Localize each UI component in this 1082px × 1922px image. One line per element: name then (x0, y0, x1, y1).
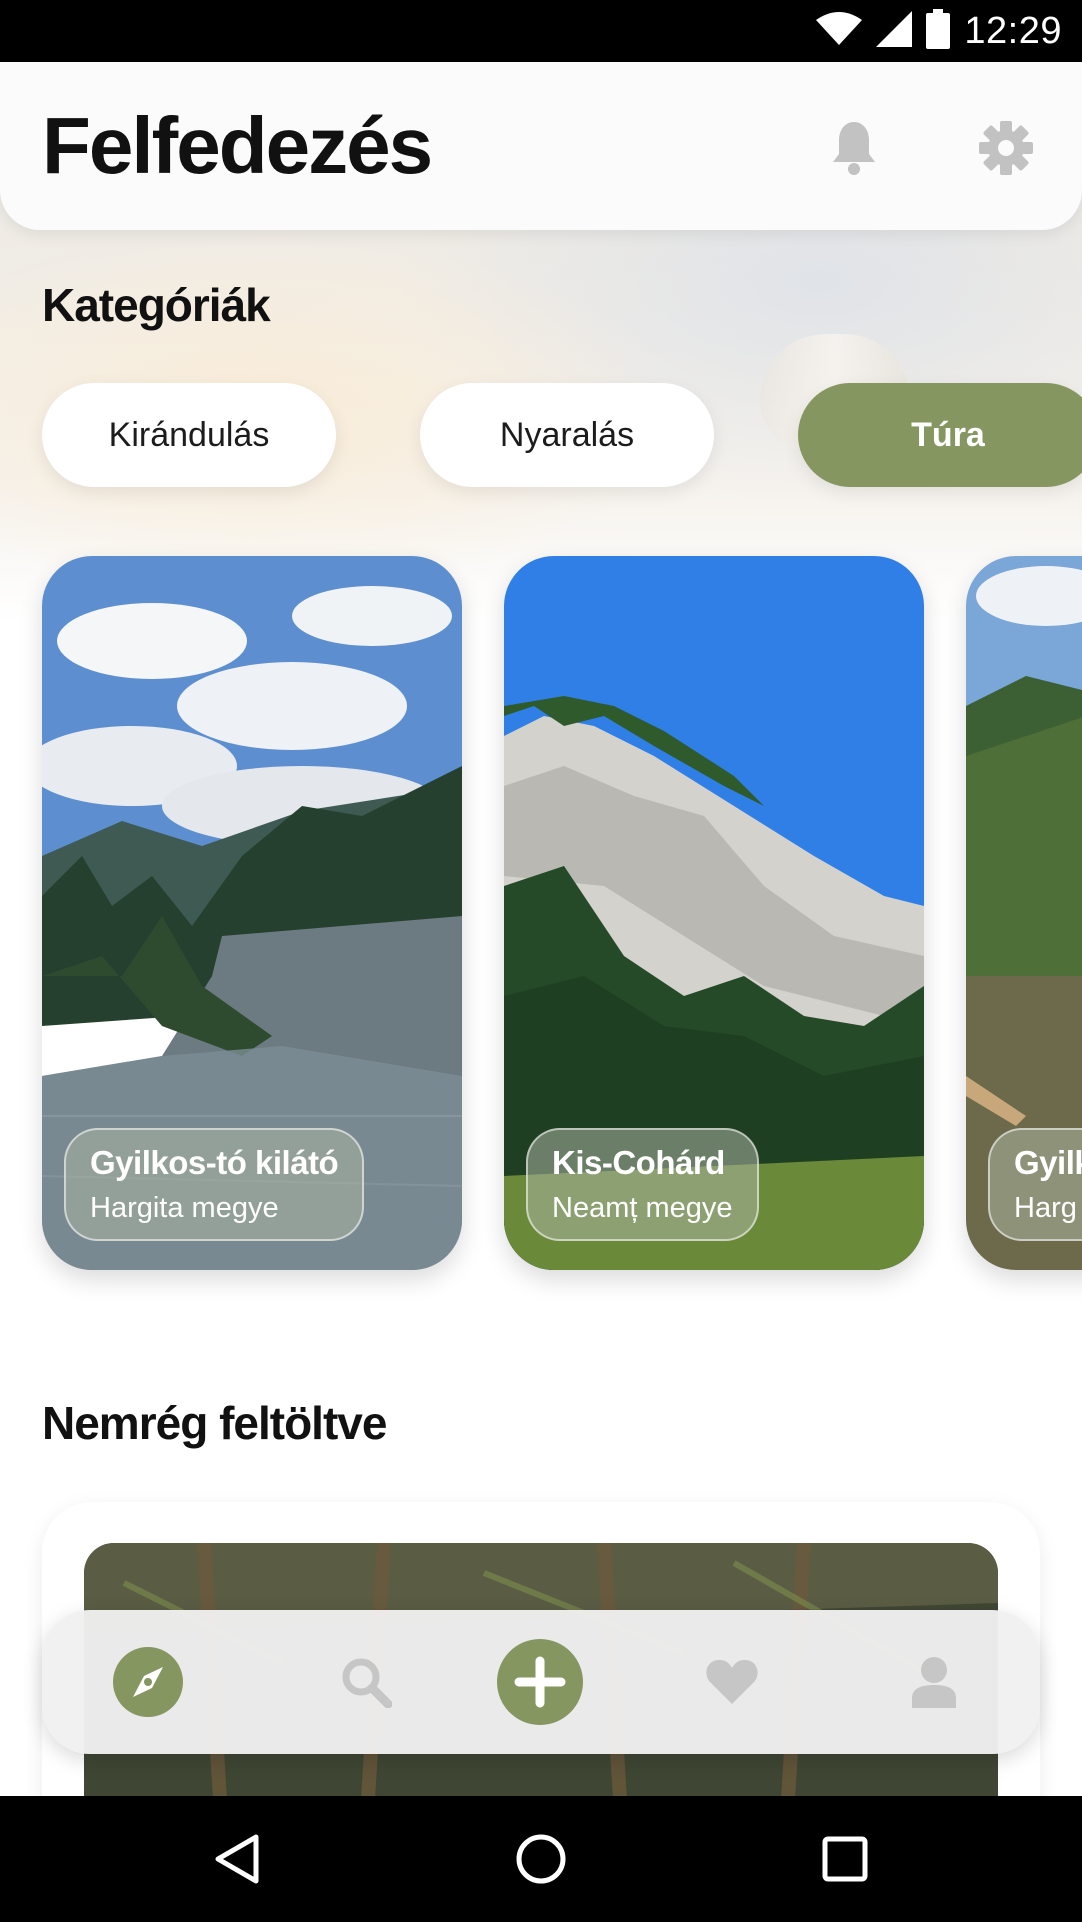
place-card[interactable]: Gyilkos-tó kilátó Hargita megye (42, 556, 462, 1270)
place-region: Harg (1014, 1192, 1077, 1224)
categories-title: Kategóriák (42, 279, 271, 331)
gear-icon[interactable] (976, 118, 1036, 178)
back-icon[interactable] (202, 1824, 272, 1894)
place-region: Hargita megye (90, 1192, 279, 1224)
battery-icon (926, 9, 951, 53)
recent-title: Nemrég feltöltve (42, 1397, 387, 1449)
category-chip-kirandulas[interactable]: Kirándulás (42, 383, 336, 487)
place-name: Gyilk (1014, 1144, 1082, 1181)
place-label: Gyilkos-tó kilátó Hargita megye (64, 1128, 365, 1241)
place-card[interactable]: Kis-Cohárd Neamț megye (504, 556, 924, 1270)
compass-icon[interactable] (108, 1610, 188, 1754)
wifi-icon (816, 12, 863, 50)
place-region: Neamț megye (552, 1192, 733, 1224)
status-bar: 12:29 (0, 0, 1082, 62)
place-card[interactable]: Gyilk Harg (966, 556, 1082, 1270)
page-title: Felfedezés (42, 101, 433, 190)
bottom-nav (42, 1610, 1040, 1754)
signal-icon (876, 11, 913, 51)
place-name: Kis-Cohárd (552, 1144, 725, 1181)
search-icon[interactable] (326, 1610, 406, 1754)
category-chip-tura[interactable]: Túra (798, 383, 1082, 487)
place-label: Kis-Cohárd Neamț megye (526, 1128, 759, 1241)
category-chip-nyaralas[interactable]: Nyaralás (420, 383, 714, 487)
home-icon[interactable] (506, 1824, 576, 1894)
add-icon[interactable] (490, 1610, 590, 1754)
profile-icon[interactable] (894, 1610, 974, 1754)
status-icons: 12:29 (816, 8, 1062, 54)
app-header: Felfedezés (0, 62, 1082, 230)
bell-icon[interactable] (824, 118, 884, 178)
status-time: 12:29 (964, 9, 1062, 52)
place-label: Gyilk Harg (988, 1128, 1082, 1241)
explore-screen: Felfedezés Kategóriák Kirándulás Nyaralá… (0, 62, 1082, 1796)
recents-icon[interactable] (810, 1824, 880, 1894)
heart-icon[interactable] (692, 1610, 772, 1754)
system-nav-bar (0, 1796, 1082, 1922)
place-name: Gyilkos-tó kilátó (90, 1144, 339, 1181)
